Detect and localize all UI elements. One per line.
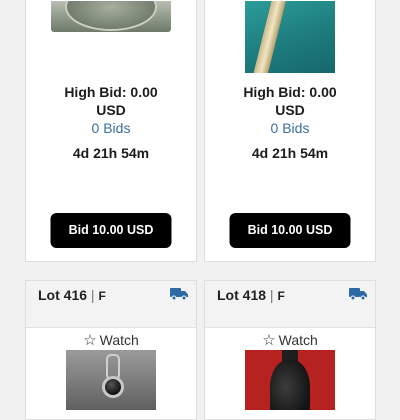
lot-image[interactable] [66,350,156,410]
bid-info: High Bid: 0.00 USD 0 Bids 4d 21h 54m [26,83,196,161]
plate-shape [65,1,157,31]
lot-image[interactable] [245,1,335,73]
pendant-gem [102,376,124,398]
time-left: 4d 21h 54m [72,145,150,161]
lot-number: Lot 416 [38,287,88,303]
lot-grid: High Bid: 0.00 USD 0 Bids 4d 21h 54m Bid… [0,0,400,420]
lot-category: F [98,289,106,303]
bid-info: High Bid: 0.00 USD 0 Bids 4d 21h 54m [205,83,375,161]
lot-card[interactable]: High Bid: 0.00 USD 0 Bids 4d 21h 54m Bid… [25,0,197,262]
lot-number: Lot 418 [217,287,267,303]
lot-card[interactable]: Lot 416 | F ☆ Watch [25,280,197,420]
high-bid: High Bid: 0.00 USD [64,84,158,118]
bid-button[interactable]: Bid 10.00 USD [50,213,172,248]
bids-link[interactable]: 0 Bids [26,119,196,137]
separator: | [90,287,95,303]
bid-button[interactable]: Bid 10.00 USD [229,213,351,248]
stick-shape [252,1,288,73]
high-bid: High Bid: 0.00 USD [243,84,337,118]
time-left: 4d 21h 54m [251,145,329,161]
lot-title[interactable]: Lot 418 | F [217,287,285,303]
truck-icon [349,288,367,300]
vase-body [270,360,310,410]
lot-header: Lot 416 | F [26,281,196,328]
lot-card[interactable]: High Bid: 0.00 USD 0 Bids 4d 21h 54m Bid… [204,0,376,262]
bids-link[interactable]: 0 Bids [205,119,375,137]
watch-button[interactable]: ☆ Watch [26,331,196,349]
lot-image[interactable] [245,350,335,410]
lot-card[interactable]: Lot 418 | F ☆ Watch [204,280,376,420]
lot-image[interactable] [51,1,171,32]
truck-icon [170,288,188,300]
lot-category: F [277,289,285,303]
star-outline-icon: ☆ [262,332,276,349]
watch-label: Watch [99,332,139,348]
lot-header: Lot 418 | F [205,281,375,328]
lot-title[interactable]: Lot 416 | F [38,287,106,303]
star-outline-icon: ☆ [83,332,97,349]
separator: | [269,287,274,303]
watch-button[interactable]: ☆ Watch [205,331,375,349]
watch-label: Watch [278,332,318,348]
